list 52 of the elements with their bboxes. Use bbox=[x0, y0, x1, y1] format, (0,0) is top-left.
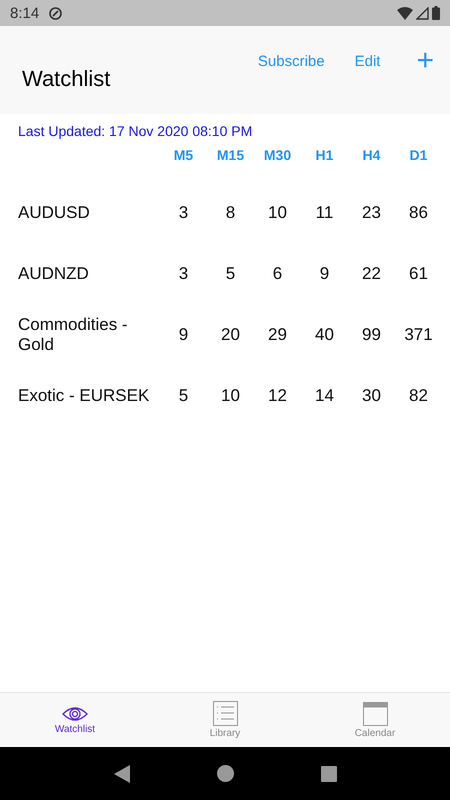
header-link[interactable]: Edit bbox=[354, 52, 380, 70]
table-cell-text: 9 bbox=[318, 262, 330, 284]
signal-icon bbox=[416, 6, 429, 20]
calendar-icon bbox=[362, 702, 388, 726]
symbol-name: AUDNZD bbox=[18, 262, 90, 284]
table-cell-text: 9 bbox=[178, 324, 190, 346]
table-cell-text: 40 bbox=[314, 324, 335, 346]
back-icon[interactable] bbox=[114, 764, 130, 782]
symbol-name: AUDUSD bbox=[18, 202, 91, 224]
wifi-icon bbox=[397, 6, 413, 20]
symbol-name: Commodities - Gold bbox=[18, 314, 129, 356]
column-header: M5 bbox=[172, 146, 194, 163]
column-header: D1 bbox=[408, 146, 428, 163]
page-title: Watchlist bbox=[22, 66, 110, 92]
battery-icon bbox=[432, 6, 440, 20]
tab[interactable]: Watchlist bbox=[0, 693, 150, 747]
table-cell-text: 82 bbox=[408, 384, 429, 406]
column-header: H1 bbox=[314, 146, 334, 163]
eye-icon bbox=[62, 706, 88, 722]
column-header: M30 bbox=[262, 146, 292, 163]
table-cell-text: 14 bbox=[314, 384, 335, 406]
table-cell-text: 23 bbox=[361, 202, 382, 224]
symbol-name: Exotic - EURSEK bbox=[18, 384, 150, 406]
table-cell-text: 10 bbox=[267, 202, 288, 224]
header-link[interactable]: Subscribe bbox=[258, 52, 325, 70]
table-cell-text: 22 bbox=[361, 262, 382, 284]
last-updated-text: Last Updated: 17 Nov 2020 08:10 PM bbox=[17, 122, 254, 139]
table-cell-text: 6 bbox=[272, 262, 284, 284]
add-button[interactable]: + bbox=[410, 46, 440, 76]
table-cell-text: 10 bbox=[220, 384, 241, 406]
table-cell-text: 5 bbox=[224, 262, 236, 284]
column-header: H4 bbox=[362, 146, 382, 163]
table-cell-text: 3 bbox=[178, 262, 190, 284]
status-time: 8:14 bbox=[10, 4, 40, 22]
table-cell-text: 5 bbox=[178, 384, 190, 406]
table-cell-text: 3 bbox=[178, 202, 190, 224]
table-cell-text: 20 bbox=[220, 324, 241, 346]
tab[interactable]: Library bbox=[150, 693, 300, 747]
recents-icon[interactable] bbox=[320, 766, 336, 782]
column-header: M15 bbox=[216, 146, 246, 163]
table-cell-text: 99 bbox=[361, 324, 382, 346]
home-icon[interactable] bbox=[216, 765, 234, 782]
table-cell-text: 86 bbox=[408, 202, 429, 224]
table-cell-text: 29 bbox=[267, 324, 288, 346]
list-icon bbox=[212, 701, 238, 726]
table-cell-text: 30 bbox=[361, 384, 382, 406]
tab[interactable]: Calendar bbox=[300, 693, 450, 747]
table-cell-text: 61 bbox=[408, 262, 429, 284]
table-cell-text: 371 bbox=[403, 324, 434, 346]
table-cell-text: 12 bbox=[267, 384, 288, 406]
table-cell-text: 11 bbox=[314, 202, 334, 224]
table-cell-text: 8 bbox=[224, 202, 236, 224]
